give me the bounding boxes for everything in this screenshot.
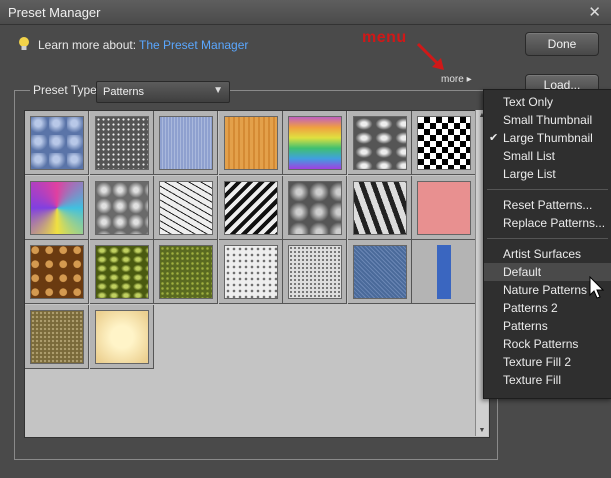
menu-item[interactable]: Texture Fill xyxy=(484,371,611,389)
pattern-swatch xyxy=(223,180,278,235)
menu-item-label: Large List xyxy=(503,167,556,181)
menu-separator xyxy=(487,189,608,190)
menu-item-label: Replace Patterns... xyxy=(503,216,606,230)
pattern-swatch xyxy=(94,245,149,299)
lightbulb-icon xyxy=(19,37,29,50)
menu-item-label: Nature Patterns xyxy=(503,283,588,297)
menu-item[interactable]: Replace Patterns... xyxy=(484,214,611,232)
annotation-arrow-icon xyxy=(416,42,444,70)
pattern-thumbnail[interactable] xyxy=(154,175,218,240)
menu-item-label: Artist Surfaces xyxy=(503,247,582,261)
window-title: Preset Manager xyxy=(8,5,101,20)
menu-item-label: Reset Patterns... xyxy=(503,198,593,212)
pattern-thumbnail[interactable] xyxy=(25,240,89,304)
pattern-thumbnail[interactable] xyxy=(283,240,347,304)
pattern-thumbnail[interactable] xyxy=(412,240,476,304)
mouse-cursor-icon xyxy=(589,276,605,299)
pattern-swatch xyxy=(352,245,407,299)
close-icon[interactable]: ✕ xyxy=(588,3,601,21)
menu-item[interactable]: Small Thumbnail xyxy=(484,111,611,129)
menu-annotation: menu xyxy=(362,29,407,46)
title-bar: Preset Manager ✕ xyxy=(0,0,611,25)
pattern-swatch xyxy=(30,116,84,170)
pattern-swatch xyxy=(223,245,278,299)
pattern-thumbnail[interactable] xyxy=(347,111,412,175)
menu-item[interactable]: Rock Patterns xyxy=(484,335,611,353)
pattern-thumbnail[interactable] xyxy=(218,175,283,240)
menu-item-label: Small Thumbnail xyxy=(503,113,593,127)
pattern-thumbnail[interactable] xyxy=(283,175,347,240)
menu-item-label: Texture Fill 2 xyxy=(503,355,572,369)
pattern-thumbnail[interactable] xyxy=(154,240,218,304)
pattern-thumbnail[interactable] xyxy=(25,175,89,240)
pattern-swatch xyxy=(288,245,342,299)
menu-item[interactable]: Large List xyxy=(484,165,611,183)
pattern-thumbnail[interactable] xyxy=(89,111,154,175)
menu-item[interactable]: Patterns 2 xyxy=(484,299,611,317)
pattern-thumbnail[interactable] xyxy=(412,175,476,240)
pattern-swatch xyxy=(288,180,342,235)
pattern-thumbnail[interactable] xyxy=(25,304,89,369)
pattern-swatch xyxy=(94,180,149,235)
preset-manager-help-link[interactable]: The Preset Manager xyxy=(139,38,248,52)
menu-item-label: Small List xyxy=(503,149,556,163)
pattern-swatch xyxy=(30,180,84,235)
checkmark-icon: ✔ xyxy=(489,132,499,144)
menu-item-label: Patterns xyxy=(503,319,548,333)
dropdown-caret-icon: ▼ xyxy=(213,85,223,96)
pattern-thumbnail[interactable] xyxy=(347,240,412,304)
more-dropdown-menu: Text Only Small Thumbnail ✔ Large Thumbnail… xyxy=(483,89,611,399)
pattern-swatch xyxy=(352,116,407,170)
pattern-swatch xyxy=(159,116,213,170)
done-button[interactable]: Done xyxy=(525,32,599,56)
menu-item-label: Patterns 2 xyxy=(503,301,558,315)
menu-item[interactable]: Reset Patterns... xyxy=(484,196,611,214)
preset-type-value: Patterns xyxy=(103,86,144,98)
pattern-swatch xyxy=(159,245,213,299)
menu-item-label: Texture Fill xyxy=(503,373,562,387)
pattern-thumbnail[interactable] xyxy=(218,111,283,175)
pattern-swatch xyxy=(223,116,278,170)
pattern-swatch xyxy=(94,309,149,364)
pattern-thumbnail[interactable] xyxy=(154,111,218,175)
pattern-thumbnail[interactable] xyxy=(218,240,283,304)
pattern-swatch xyxy=(417,245,471,299)
menu-item[interactable]: Texture Fill 2 xyxy=(484,353,611,371)
pattern-swatch xyxy=(30,245,84,299)
pattern-swatch xyxy=(417,180,471,235)
pattern-thumbnail[interactable] xyxy=(412,111,476,175)
preset-type-label: Preset Type: xyxy=(30,83,104,97)
menu-separator xyxy=(487,238,608,239)
pattern-swatch xyxy=(417,116,471,170)
pattern-swatch xyxy=(30,309,84,364)
menu-item[interactable]: Patterns xyxy=(484,317,611,335)
pattern-thumbnail[interactable] xyxy=(89,304,154,369)
pattern-thumbnail[interactable] xyxy=(283,111,347,175)
menu-item-label: Rock Patterns xyxy=(503,337,579,351)
more-arrow-icon: ▸ xyxy=(466,74,472,85)
menu-item-label: Text Only xyxy=(503,95,554,109)
pattern-thumbnail[interactable] xyxy=(89,240,154,304)
pattern-thumbnail-grid xyxy=(24,110,490,438)
scroll-down-icon[interactable]: ▼ xyxy=(476,425,488,436)
pattern-swatch xyxy=(159,180,213,235)
preset-type-select[interactable]: Patterns ▼ xyxy=(96,81,230,103)
menu-item[interactable]: ✔ Large Thumbnail xyxy=(484,129,611,147)
menu-item-label: Large Thumbnail xyxy=(503,131,593,145)
pattern-swatch xyxy=(352,180,407,235)
pattern-thumbnail[interactable] xyxy=(25,111,89,175)
more-menu-button[interactable]: more ▸ xyxy=(441,74,472,85)
pattern-swatch xyxy=(94,116,149,170)
menu-item[interactable]: Small List xyxy=(484,147,611,165)
pattern-thumbnail[interactable] xyxy=(89,175,154,240)
learn-more-label: Learn more about: xyxy=(38,38,137,52)
menu-item-label: Default xyxy=(503,265,542,279)
pattern-thumbnail[interactable] xyxy=(347,175,412,240)
menu-item[interactable]: Artist Surfaces xyxy=(484,245,611,263)
pattern-swatch xyxy=(288,116,342,170)
menu-item[interactable]: Text Only xyxy=(484,93,611,111)
